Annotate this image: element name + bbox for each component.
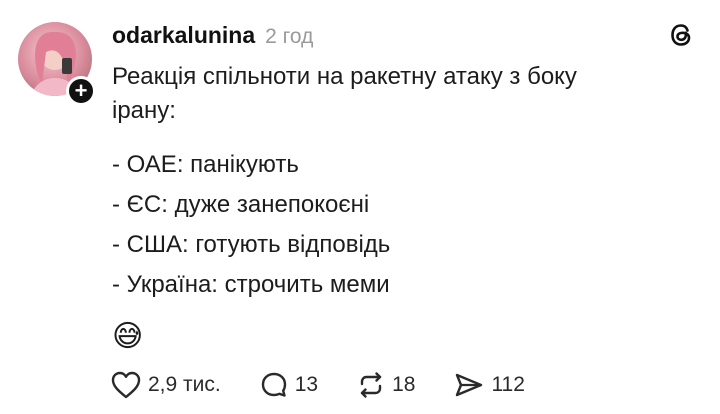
list-item: - ОАЕ: панікують xyxy=(112,151,299,178)
sweat-smile-emoji: 😅 xyxy=(112,320,144,353)
follow-button[interactable]: + xyxy=(66,76,96,106)
like-count: 2,9 тис. xyxy=(148,373,221,396)
list-item: - США: готують відповідь xyxy=(112,231,391,258)
share-button[interactable]: 112 xyxy=(453,370,525,400)
like-button[interactable]: 2,9 тис. xyxy=(110,370,221,400)
action-bar: 2,9 тис. 13 18 112 xyxy=(110,370,563,400)
list-item: - ЄС: дуже занепокоєні xyxy=(112,191,370,218)
plus-icon: + xyxy=(74,78,88,103)
repost-button[interactable]: 18 xyxy=(356,370,415,400)
repost-icon xyxy=(360,372,382,398)
heart-icon xyxy=(111,371,141,399)
timestamp: 2 год xyxy=(265,25,314,48)
reply-button[interactable]: 13 xyxy=(259,370,318,400)
post-header: odarkalunina 2 год xyxy=(112,22,313,50)
avatar-container[interactable]: + xyxy=(18,22,96,106)
username[interactable]: odarkalunina xyxy=(112,22,255,49)
post-text-line: ірану: xyxy=(112,97,176,124)
post-text-line: Реакція спільноти на ракетну атаку з бок… xyxy=(112,63,577,90)
threads-logo-icon[interactable] xyxy=(666,20,696,50)
share-count: 112 xyxy=(491,373,525,396)
reply-count: 13 xyxy=(294,373,319,396)
list-item: - Україна: строчить меми xyxy=(112,271,390,298)
post-body: Реакція спільноти на ракетну атаку з бок… xyxy=(112,60,692,312)
send-icon xyxy=(456,373,483,397)
comment-icon xyxy=(261,372,286,397)
repost-count: 18 xyxy=(392,373,416,396)
